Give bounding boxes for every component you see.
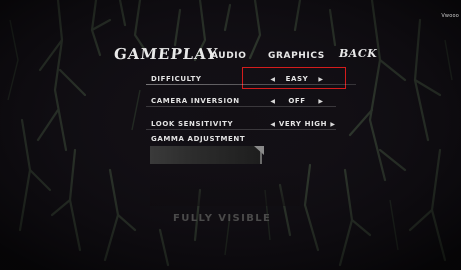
difficulty-selector[interactable]: ◀ EASY ▶ bbox=[268, 75, 326, 83]
tab-audio[interactable]: AUDIO bbox=[211, 51, 246, 61]
look-sensitivity-value: VERY HIGH bbox=[278, 120, 328, 128]
camera-inversion-label: CAMERA INVERSION bbox=[151, 97, 240, 105]
difficulty-value: EASY bbox=[285, 75, 309, 83]
back-button[interactable]: BACK bbox=[339, 47, 377, 60]
menu-tabs: GAMEPLAY AUDIO GRAPHICS BACK bbox=[0, 0, 461, 70]
right-arrow-icon[interactable]: ▶ bbox=[316, 98, 326, 105]
difficulty-label: DIFFICULTY bbox=[151, 75, 202, 83]
difficulty-row-rule bbox=[146, 84, 356, 85]
gamma-preview-caption: FULLY VISIBLE bbox=[173, 213, 272, 224]
gamma-adjustment-label: GAMMA ADJUSTMENT bbox=[151, 135, 246, 143]
left-arrow-icon[interactable]: ◀ bbox=[268, 121, 278, 128]
left-arrow-icon[interactable]: ◀ bbox=[268, 76, 278, 83]
look-sensitivity-label: LOOK SENSITIVITY bbox=[151, 120, 234, 128]
tab-gameplay[interactable]: GAMEPLAY bbox=[113, 45, 219, 63]
right-arrow-icon[interactable]: ▶ bbox=[316, 76, 326, 83]
tab-graphics[interactable]: GRAPHICS bbox=[268, 51, 325, 61]
right-arrow-icon[interactable]: ▶ bbox=[328, 121, 338, 128]
left-arrow-icon[interactable]: ◀ bbox=[268, 98, 278, 105]
camera-inversion-row-rule bbox=[146, 106, 336, 107]
look-sensitivity-row-rule bbox=[146, 129, 336, 130]
camera-inversion-value: OFF bbox=[288, 97, 306, 105]
camera-inversion-selector[interactable]: ◀ OFF ▶ bbox=[268, 97, 326, 105]
look-sensitivity-selector[interactable]: ◀ VERY HIGH ▶ bbox=[268, 120, 338, 128]
gamma-preview-area bbox=[150, 166, 300, 206]
gamma-slider[interactable] bbox=[150, 146, 262, 164]
